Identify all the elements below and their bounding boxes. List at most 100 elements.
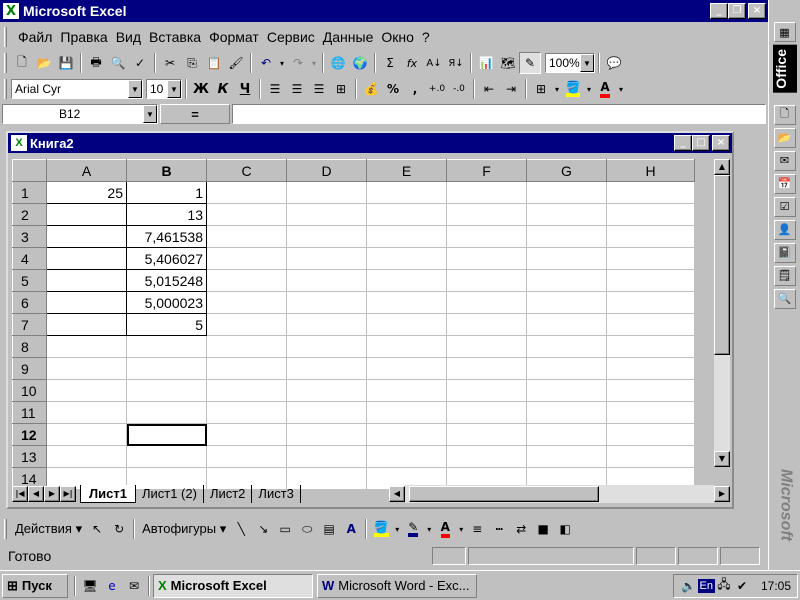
cell-B10[interactable] — [126, 379, 207, 402]
cell-B1[interactable]: 1 — [126, 181, 207, 204]
cell-C9[interactable] — [206, 357, 287, 380]
edit-formula-button[interactable]: = — [160, 104, 230, 124]
cell-G3[interactable] — [526, 225, 607, 248]
cell-C6[interactable] — [206, 291, 287, 314]
cell-F1[interactable] — [446, 181, 527, 204]
cell-H11[interactable] — [606, 401, 695, 424]
cell-A4[interactable] — [46, 247, 127, 270]
drawing-icon[interactable]: ✎ — [519, 52, 541, 74]
cell-F6[interactable] — [446, 291, 527, 314]
menu-tools[interactable]: Сервис — [263, 29, 319, 45]
row-header[interactable]: 1 — [12, 181, 47, 204]
chevron-down-icon[interactable]: ▼ — [580, 54, 594, 72]
column-header[interactable]: D — [286, 159, 367, 182]
align-center-icon[interactable]: ☰ — [286, 78, 308, 100]
wordart-icon[interactable]: A — [340, 518, 362, 540]
row-header[interactable]: 13 — [12, 445, 47, 468]
cell-D1[interactable] — [286, 181, 367, 204]
new-icon[interactable]: 🗋 — [11, 52, 33, 74]
app-titlebar[interactable]: X Microsoft Excel _ ❐ × — [0, 0, 768, 22]
cell-H3[interactable] — [606, 225, 695, 248]
scroll-left-icon[interactable]: ◀ — [388, 486, 405, 502]
cell-H1[interactable] — [606, 181, 695, 204]
cell-G12[interactable] — [526, 423, 607, 446]
undo-dropdown-icon[interactable]: ▾ — [277, 52, 287, 74]
fill-color-icon[interactable]: 🪣 — [562, 78, 584, 100]
comma-style-button[interactable]: , — [404, 78, 426, 100]
row-header[interactable]: 4 — [12, 247, 47, 270]
row-header[interactable]: 3 — [12, 225, 47, 248]
cell-G2[interactable] — [526, 203, 607, 226]
cell-E5[interactable] — [366, 269, 447, 292]
network-icon[interactable]: 🖧 — [715, 575, 733, 597]
cell-A9[interactable] — [46, 357, 127, 380]
toolbar-grip[interactable] — [4, 519, 7, 539]
autoshapes-menu[interactable]: Автофигуры ▾ — [138, 521, 230, 537]
menu-insert[interactable]: Вставка — [145, 29, 205, 45]
cell-G10[interactable] — [526, 379, 607, 402]
cut-icon[interactable]: ✂ — [159, 52, 181, 74]
save-icon[interactable]: 💾 — [55, 52, 77, 74]
decrease-indent-icon[interactable]: ⇤ — [478, 78, 500, 100]
new-message-icon[interactable]: ✉ — [773, 150, 796, 171]
cell-D12[interactable] — [286, 423, 367, 446]
cell-D2[interactable] — [286, 203, 367, 226]
spelling-icon[interactable]: ✓ — [129, 52, 151, 74]
sheet-tab[interactable]: Лист3 — [252, 485, 301, 503]
office-assistant-icon[interactable]: 🔍 — [773, 288, 796, 309]
chevron-down-icon[interactable]: ▼ — [167, 80, 181, 98]
close-button[interactable]: × — [748, 3, 766, 19]
select-objects-icon[interactable]: ↖ — [86, 518, 108, 540]
cell-F2[interactable] — [446, 203, 527, 226]
cell-H12[interactable] — [606, 423, 695, 446]
cell-D9[interactable] — [286, 357, 367, 380]
sheet-tab[interactable]: Лист1 (2) — [136, 485, 204, 503]
menu-edit[interactable]: Правка — [56, 29, 111, 45]
cell-G9[interactable] — [526, 357, 607, 380]
fill-color-icon[interactable]: 🪣 — [370, 518, 392, 540]
cell-H7[interactable] — [606, 313, 695, 336]
cell-F13[interactable] — [446, 445, 527, 468]
cell-H9[interactable] — [606, 357, 695, 380]
column-header[interactable]: H — [606, 159, 695, 182]
cell-B9[interactable] — [126, 357, 207, 380]
workbook-maximize-button[interactable]: □ — [692, 135, 710, 151]
hyperlink-icon[interactable]: 🌐 — [327, 52, 349, 74]
scheduler-icon[interactable]: ✔ — [733, 575, 751, 597]
select-all-corner[interactable] — [12, 159, 47, 182]
volume-icon[interactable]: 🔊 — [680, 575, 698, 597]
cell-H2[interactable] — [606, 203, 695, 226]
cell-G11[interactable] — [526, 401, 607, 424]
chevron-down-icon[interactable]: ▾ — [456, 518, 466, 540]
start-button[interactable]: ⊞ Пуск — [2, 573, 68, 598]
cell-A13[interactable] — [46, 445, 127, 468]
scroll-up-icon[interactable]: ▲ — [714, 159, 730, 175]
cell-E13[interactable] — [366, 445, 447, 468]
undo-icon[interactable]: ↶ — [255, 52, 277, 74]
cell-B5[interactable]: 5,015248 — [126, 269, 207, 292]
open-icon[interactable]: 📂 — [33, 52, 55, 74]
cell-G7[interactable] — [526, 313, 607, 336]
cell-E4[interactable] — [366, 247, 447, 270]
arrow-icon[interactable]: ↘ — [252, 518, 274, 540]
workbook-titlebar[interactable]: X Книга2 _ □ × — [8, 133, 732, 153]
cell-A2[interactable] — [46, 203, 127, 226]
cell-H4[interactable] — [606, 247, 695, 270]
actions-menu[interactable]: Действия ▾ — [11, 521, 86, 537]
cell-F4[interactable] — [446, 247, 527, 270]
last-sheet-icon[interactable]: ▶| — [60, 486, 76, 502]
cell-F10[interactable] — [446, 379, 527, 402]
cell-F8[interactable] — [446, 335, 527, 358]
cell-D3[interactable] — [286, 225, 367, 248]
merge-center-icon[interactable]: ⊞ — [330, 78, 352, 100]
redo-dropdown-icon[interactable]: ▾ — [309, 52, 319, 74]
line-style-icon[interactable]: ≡ — [466, 518, 488, 540]
row-header[interactable]: 7 — [12, 313, 47, 336]
cell-E3[interactable] — [366, 225, 447, 248]
menu-help[interactable]: ? — [418, 29, 434, 45]
autosum-icon[interactable]: Σ — [379, 52, 401, 74]
chevron-down-icon[interactable]: ▾ — [424, 518, 434, 540]
row-header[interactable]: 11 — [12, 401, 47, 424]
row-header[interactable]: 2 — [12, 203, 47, 226]
cell-D10[interactable] — [286, 379, 367, 402]
